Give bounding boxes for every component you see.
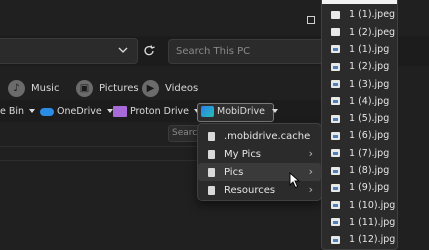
list-item[interactable]: 1 (1).jpg: [322, 41, 397, 58]
library-pictures[interactable]: ▣ Pictures: [76, 76, 139, 100]
menu-item-label: Pics: [224, 166, 244, 178]
image-file-icon: [331, 183, 340, 192]
file-icon: [208, 185, 215, 195]
library-label: Pictures: [99, 82, 139, 94]
menu-item-my-pics[interactable]: My Pics ›: [198, 145, 321, 163]
file-icon: [208, 131, 215, 141]
mobidrive-icon: [201, 105, 214, 117]
file-icon: [208, 167, 215, 177]
image-file-icon: [331, 97, 340, 106]
file-label: 1 (2).jpeg: [349, 26, 396, 38]
mobidrive-item[interactable]: MobiDrive: [201, 100, 279, 122]
image-file-icon: [331, 131, 340, 140]
library-bar: ♪ Music ▣ Pictures ▶ Videos: [0, 76, 330, 100]
chevron-right-icon: ›: [308, 183, 313, 196]
file-label: 1 (1).jpg: [349, 43, 390, 55]
divider: [0, 160, 200, 161]
list-item[interactable]: 1 (9).jpg: [322, 179, 397, 196]
mobidrive-menu: .mobidrive.cache My Pics › Pics › Resour…: [197, 123, 322, 201]
list-item[interactable]: 1 (2).jpg: [322, 58, 397, 75]
file-icon: [331, 28, 340, 37]
file-label: 1 (11).jpg: [349, 216, 396, 228]
list-item[interactable]: 1 (6).jpg: [322, 127, 397, 144]
mobidrive-label: MobiDrive: [217, 105, 266, 117]
chevron-right-icon: ›: [308, 147, 313, 160]
library-videos[interactable]: ▶ Videos: [142, 76, 198, 100]
file-label: 1 (10).jpg: [349, 199, 396, 211]
file-label: 1 (1).jpeg: [349, 9, 396, 21]
image-file-icon: [331, 235, 340, 244]
file-label: 1 (12).jpg: [349, 234, 396, 246]
mouse-cursor-icon: [289, 172, 301, 189]
image-file-icon: [331, 149, 340, 158]
image-file-icon: [331, 166, 340, 175]
file-label: 1 (4).jpg: [349, 95, 390, 107]
image-file-icon: [331, 45, 340, 54]
file-label: 1 (5).jpg: [349, 113, 390, 125]
file-label: 1 (8).jpg: [349, 165, 390, 177]
scroll-up-edge: [322, 0, 397, 4]
list-item[interactable]: 1 (1).jpeg: [322, 6, 397, 23]
onedrive-item[interactable]: OneDrive: [40, 100, 113, 122]
refresh-icon[interactable]: [142, 44, 156, 58]
maximize-icon[interactable]: [307, 16, 315, 24]
image-file-icon: [331, 218, 340, 227]
library-music[interactable]: ♪ Music: [8, 76, 59, 100]
list-item[interactable]: 1 (2).jpeg: [322, 24, 397, 41]
file-icon: [208, 149, 215, 159]
file-label: 1 (7).jpg: [349, 147, 390, 159]
file-label: 1 (6).jpg: [349, 130, 390, 142]
music-icon: ♪: [8, 79, 25, 97]
search-input[interactable]: Search This PC: [168, 39, 333, 64]
proton-drive-item[interactable]: Proton Drive: [113, 100, 200, 122]
pictures-icon: ▣: [76, 79, 93, 97]
library-label: Music: [31, 82, 60, 94]
image-file-icon: [331, 201, 340, 210]
videos-icon: ▶: [142, 79, 159, 97]
library-label: Videos: [165, 82, 199, 94]
pics-submenu: 1 (1).jpeg 1 (2).jpeg 1 (1).jpg 1 (2).jp…: [321, 0, 398, 250]
list-item[interactable]: 1 (12).jpg: [322, 231, 397, 248]
quick-access-bar: e Bin OneDrive Proton Drive: [0, 100, 330, 122]
list-item[interactable]: 1 (4).jpg: [322, 93, 397, 110]
file-icon: [331, 10, 340, 19]
file-label: 1 (3).jpg: [349, 78, 390, 90]
chevron-down-icon[interactable]: [118, 45, 128, 55]
caret-down-icon[interactable]: [29, 109, 36, 113]
onedrive-cloud-icon: [40, 108, 54, 116]
recycle-bin-item[interactable]: e Bin: [0, 100, 36, 122]
list-item[interactable]: 1 (11).jpg: [322, 214, 397, 231]
menu-item-label: My Pics: [224, 148, 262, 160]
file-label: 1 (9).jpg: [349, 182, 390, 194]
onedrive-label: OneDrive: [57, 105, 102, 117]
image-file-icon: [331, 114, 340, 123]
list-item[interactable]: 1 (8).jpg: [322, 162, 397, 179]
list-item[interactable]: 1 (7).jpg: [322, 145, 397, 162]
caret-down-icon[interactable]: [106, 109, 113, 113]
image-file-icon: [331, 62, 340, 71]
chevron-right-icon: ›: [308, 165, 313, 178]
list-item[interactable]: 1 (5).jpg: [322, 110, 397, 127]
folder-icon: [113, 105, 127, 117]
recycle-bin-label: e Bin: [0, 105, 25, 117]
image-file-icon: [331, 80, 340, 89]
list-item[interactable]: 1 (10).jpg: [322, 197, 397, 214]
caret-down-icon[interactable]: [272, 109, 279, 113]
file-label: 1 (2).jpg: [349, 61, 390, 73]
menu-item-label: Resources: [224, 184, 276, 196]
divider: [0, 146, 200, 147]
menu-item-label: .mobidrive.cache: [224, 130, 311, 142]
list-item[interactable]: 1 (3).jpg: [322, 75, 397, 92]
proton-drive-label: Proton Drive: [130, 105, 189, 117]
menu-item-mobidrive-cache[interactable]: .mobidrive.cache: [198, 127, 321, 145]
